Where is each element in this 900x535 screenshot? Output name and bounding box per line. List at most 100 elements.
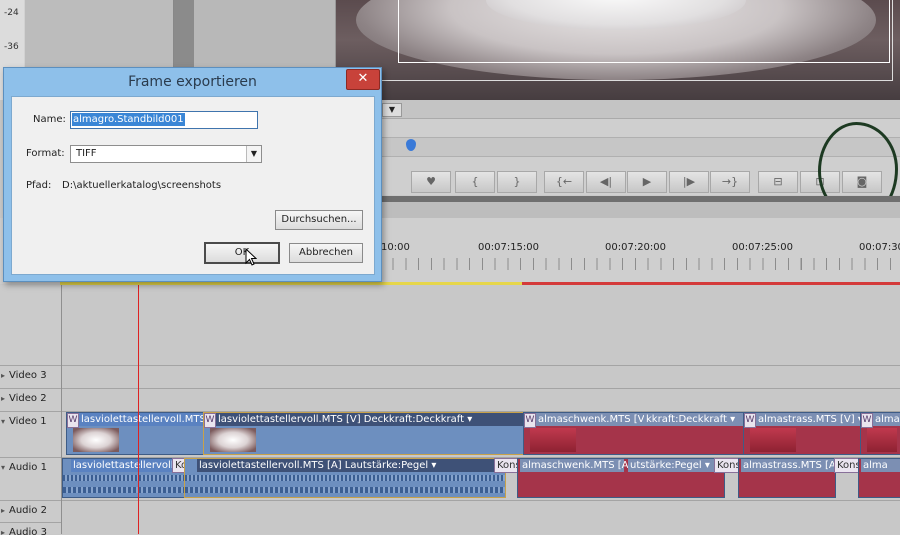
marker-icon: ♥ [426, 175, 436, 188]
audio-waveform [63, 487, 185, 493]
track-lane-video3[interactable] [62, 365, 900, 388]
clip-thumbnail [530, 428, 576, 452]
step-back-icon: ◀| [599, 175, 613, 188]
playhead-line[interactable] [138, 285, 139, 534]
close-button[interactable]: ✕ [346, 69, 380, 90]
format-select-value: TIFF [76, 148, 97, 159]
ruler-ticks [380, 258, 900, 270]
monitor-toolbar [380, 100, 900, 119]
clip-title: lasviolettastellervoll.MTS [79, 413, 205, 426]
mouse-cursor-icon [245, 248, 257, 266]
video-clip[interactable]: W lasviolettastellervoll.MTS [V] Deckkra… [203, 412, 525, 455]
cancel-button[interactable]: Abbrechen [289, 243, 363, 263]
set-in-icon: { [471, 175, 479, 188]
clip-fx-badge: W [524, 413, 536, 428]
expand-arrow-icon[interactable]: ▸ [1, 394, 5, 403]
ok-button[interactable]: OK [204, 242, 280, 264]
track-header-video3[interactable]: ▸ Video 3 [0, 365, 61, 388]
track-header-audio2[interactable]: ▸ Audio 2 [0, 500, 61, 523]
audio-waveform [185, 475, 505, 481]
timeline-toolbar [380, 202, 900, 219]
insert-button[interactable]: ⊟ [758, 171, 798, 193]
chevron-down-icon[interactable]: ▼ [246, 146, 261, 162]
clip-fx-badge: W [861, 413, 873, 428]
name-input-value: almagro.Standbild001 [72, 113, 185, 126]
ruler-timecode: 00:07:25:00 [732, 242, 794, 253]
clip-title: lasviolettastellervoll.MTS [V] Deckkraft… [216, 413, 524, 426]
goto-out-button[interactable]: →} [710, 171, 750, 193]
format-select[interactable]: TIFF ▼ [70, 145, 262, 163]
track-header-audio1[interactable]: ▾ Audio 1 [0, 457, 61, 501]
clip-fx-badge: W [744, 413, 756, 428]
browse-button[interactable]: Durchsuchen... [275, 210, 363, 230]
track-header-video1[interactable]: ▾ Video 1 [0, 411, 61, 458]
expand-arrow-icon[interactable]: ▾ [1, 417, 5, 426]
audio-clip[interactable]: lasviolettastellervoll.MTS [A] Lautstärk… [184, 458, 506, 498]
step-forward-button[interactable]: |▶ [669, 171, 709, 193]
clip-title: almastrass.MTS [A] [741, 459, 836, 472]
track-label: Audio 2 [9, 505, 47, 516]
path-value: D:\aktuellerkatalog\screenshots [62, 180, 222, 191]
clip-title: alma [873, 413, 900, 426]
meter-scale-label: -24 [4, 8, 19, 18]
clip-thumbnail [867, 428, 897, 452]
track-label: Video 3 [9, 370, 47, 381]
path-label: Pfad: [26, 180, 52, 191]
video-clip[interactable]: W almaschwenk.MTS [V] kkraft:Deckkraft ▾ [523, 412, 745, 455]
clip-title: almastrass.MTS [V] ▾ [756, 413, 862, 426]
clip-fx-badge: W [204, 413, 216, 428]
clip-title: alma [861, 459, 900, 472]
clip-title: almaschwenk.MTS [A] [520, 459, 633, 472]
expand-arrow-icon[interactable]: ▸ [1, 371, 5, 380]
video-clip[interactable]: W lasviolettastellervoll.MTS [66, 412, 205, 455]
insert-icon: ⊟ [773, 175, 783, 188]
marker-button[interactable]: ♥ [411, 171, 451, 193]
name-label: Name: [33, 114, 66, 125]
dialog-title: Frame exportieren [128, 74, 257, 90]
video-preview[interactable] [336, 0, 900, 100]
track-label: Audio 1 [9, 462, 47, 473]
set-out-button[interactable]: } [497, 171, 537, 193]
track-lane-audio2[interactable] [62, 500, 900, 523]
zoom-dropdown-arrow[interactable]: ▼ [382, 103, 402, 117]
goto-out-icon: →} [721, 175, 739, 188]
dialog-body: Name: almagro.Standbild001 Format: TIFF … [11, 96, 375, 275]
audio-clip[interactable]: almaschwenk.MTS [A] utstärke:Pegel ▾ [517, 458, 725, 498]
track-label: Video 1 [9, 416, 47, 427]
expand-arrow-icon[interactable]: ▸ [1, 506, 5, 515]
audio-waveform [63, 475, 185, 481]
ruler-timecode: 10:00 [381, 242, 410, 253]
ruler-timecode: 00:07:20:00 [605, 242, 667, 253]
track-header-audio3[interactable]: ▸ Audio 3 [0, 522, 61, 535]
set-in-button[interactable]: { [455, 171, 495, 193]
track-lane-video2[interactable] [62, 388, 900, 411]
clip-title: kkraft:Deckkraft ▾ [644, 413, 744, 426]
audio-clip[interactable]: alma [858, 458, 900, 498]
clip-thumbnail [73, 428, 119, 452]
track-label: Video 2 [9, 393, 47, 404]
video-clip[interactable]: W almastrass.MTS [V] ▾ [743, 412, 862, 455]
action-safe-guide [336, 0, 893, 81]
play-button[interactable]: ▶ [627, 171, 667, 193]
ruler-timecode: 00:07:15:00 [478, 242, 540, 253]
audio-clip[interactable]: lasviolettastellervoll [62, 458, 186, 498]
export-frame-dialog: Frame exportieren ✕ Name: almagro.Standb… [3, 67, 382, 282]
close-icon: ✕ [357, 71, 369, 86]
format-label: Format: [26, 148, 65, 159]
clip-thumbnail [750, 428, 796, 452]
goto-in-button[interactable]: {← [544, 171, 584, 193]
audio-clip[interactable]: almastrass.MTS [A] [738, 458, 836, 498]
step-forward-icon: |▶ [682, 175, 696, 188]
name-input[interactable]: almagro.Standbild001 [70, 111, 258, 129]
clip-thumbnail [210, 428, 256, 452]
clip-title: lasviolettastellervoll [71, 459, 185, 472]
expand-arrow-icon[interactable]: ▾ [1, 463, 5, 472]
goto-in-icon: {← [555, 175, 573, 188]
clip-fx-badge: W [67, 413, 79, 428]
ruler-timecode: 00:07:30 [859, 242, 900, 253]
meter-scale-label: -36 [4, 42, 19, 52]
track-header-video2[interactable]: ▸ Video 2 [0, 388, 61, 411]
video-clip[interactable]: W alma [860, 412, 900, 455]
clip-title: lasviolettastellervoll.MTS [A] Lautstärk… [197, 459, 505, 472]
step-back-button[interactable]: ◀| [586, 171, 626, 193]
